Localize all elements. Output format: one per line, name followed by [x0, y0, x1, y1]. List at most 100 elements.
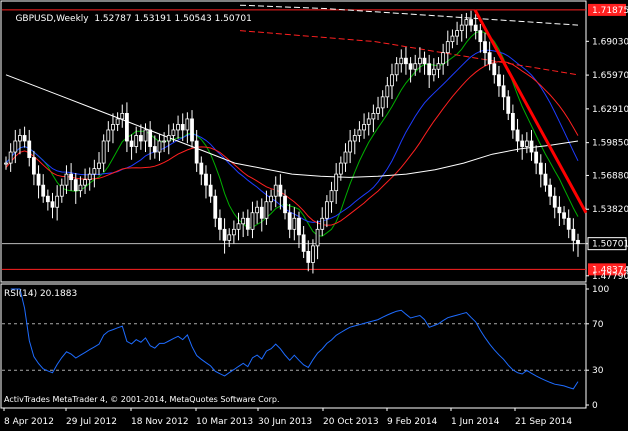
candle-body [176, 124, 180, 131]
candle-body [27, 140, 32, 158]
candle-body [483, 41, 487, 54]
rsi-line[interactable] [10, 288, 579, 390]
candle-body [459, 24, 464, 31]
downtrend-line[interactable] [473, 9, 588, 214]
candle-body [538, 162, 543, 175]
candle-body [455, 30, 459, 37]
candle-body [143, 129, 148, 142]
candle-body [534, 151, 539, 164]
price-tick-label: 1.53820 [592, 205, 628, 215]
candle-body [4, 162, 8, 165]
candle-body [524, 140, 529, 147]
candle-body [55, 195, 60, 208]
candle-body [69, 173, 74, 181]
candle-body [218, 217, 222, 230]
candle-body [399, 57, 404, 65]
candle-body [199, 162, 204, 175]
price-tick-label: 1.65970 [592, 71, 628, 81]
candle-body [543, 173, 548, 186]
candle-body [492, 63, 497, 76]
candle-body [111, 124, 115, 131]
symbol-timeframe: GBPUSD,Weekly [15, 14, 89, 24]
price-axis-ticks: 1.69030 1.65970 1.62910 1.59850 1.56880 1.538… [586, 37, 628, 282]
candle-body [36, 173, 41, 186]
candle-body [352, 135, 357, 142]
candle-body [445, 41, 450, 54]
candle-body [64, 173, 69, 186]
rsi-chart-frame [0, 283, 587, 409]
time-tick-label: 10 Mar 2013 [196, 417, 253, 427]
candle-body [129, 140, 134, 147]
candle-body [464, 19, 469, 26]
candle-body [241, 217, 246, 225]
ma-green-line[interactable] [5, 30, 579, 237]
time-tick-label: 8 Apr 2012 [4, 417, 54, 427]
candle-body [45, 195, 50, 203]
candle-body [208, 184, 213, 197]
candle-body [520, 140, 525, 147]
time-tick-label: 20 Oct 2013 [323, 417, 379, 427]
candle-body [436, 63, 441, 70]
candle-body [487, 52, 492, 65]
candle-body [157, 140, 162, 153]
candle-body [320, 217, 325, 230]
time-tick-label: 30 Jun 2013 [258, 417, 312, 427]
candle-body [255, 206, 260, 214]
rsi-tick-label: 0 [592, 401, 598, 411]
candle-body [250, 212, 255, 230]
downtrend-line-group [473, 9, 588, 214]
footer-copyright: ActivTrades MetaTrader 4, © 2001-2014, M… [4, 395, 280, 404]
candle-body [92, 168, 97, 175]
candle-body [422, 57, 427, 65]
candle-body [125, 113, 129, 142]
price-tick-label: 1.69030 [592, 37, 628, 47]
candle-body [431, 68, 436, 76]
candle-body [394, 63, 399, 76]
price-tick-label: 1.47790 [592, 272, 628, 282]
candle-body [366, 118, 371, 125]
time-axis-ticks: 8 Apr 2012 29 Jul 2012 18 Nov 2012 10 Mar 2… [3, 408, 572, 427]
candlesticks [4, 10, 580, 274]
candle-body [348, 140, 353, 153]
candle-body [18, 135, 22, 142]
candle-body [390, 74, 394, 87]
time-tick-label: 1 Jun 2014 [451, 417, 500, 427]
candle-body [343, 151, 348, 164]
candle-body [101, 140, 106, 164]
candle-body [329, 190, 334, 203]
candle-body [87, 173, 92, 181]
chart-window[interactable]: 1.71875 1.48374 1.69030 1.65970 1.62910 1.59… [0, 0, 628, 428]
candle-body [417, 57, 422, 65]
candle-body [166, 135, 171, 142]
horizontal-lines: 1.718751.48374 [2, 3, 628, 276]
candle-body [566, 217, 571, 230]
candle-body [324, 201, 329, 219]
candle-body [245, 217, 250, 230]
chart-canvas[interactable]: 1.718751.48374 1.69030 1.65970 1.62910 1.59… [0, 0, 628, 428]
rsi-indicator: 100 70 30 0 [2, 285, 609, 411]
candle-body [380, 96, 385, 109]
candle-body [32, 157, 36, 175]
candle-body [357, 129, 362, 136]
candle-body [292, 217, 297, 230]
candle-body [371, 113, 376, 120]
ma-white-dashed-line[interactable] [239, 4, 579, 26]
candle-body [162, 140, 167, 143]
candle-body [83, 179, 87, 186]
candle-body [213, 195, 218, 219]
rsi-tick-label: 100 [592, 285, 609, 295]
candle-body [515, 129, 520, 142]
price-tick-label: 1.59850 [592, 139, 628, 149]
rsi-label: RSI(14) 20.1883 [4, 289, 78, 299]
candle-body [408, 63, 413, 70]
candle-body [41, 184, 46, 197]
time-tick-label: 21 Sep 2014 [515, 417, 572, 427]
ma-white-line[interactable] [5, 74, 579, 178]
candle-body [338, 162, 343, 175]
candle-body [134, 135, 139, 147]
ma-red-line[interactable] [5, 61, 579, 226]
ma-blue-line[interactable] [5, 49, 579, 223]
candle-body [501, 85, 506, 98]
candle-body [311, 245, 315, 263]
candle-body [497, 74, 501, 87]
